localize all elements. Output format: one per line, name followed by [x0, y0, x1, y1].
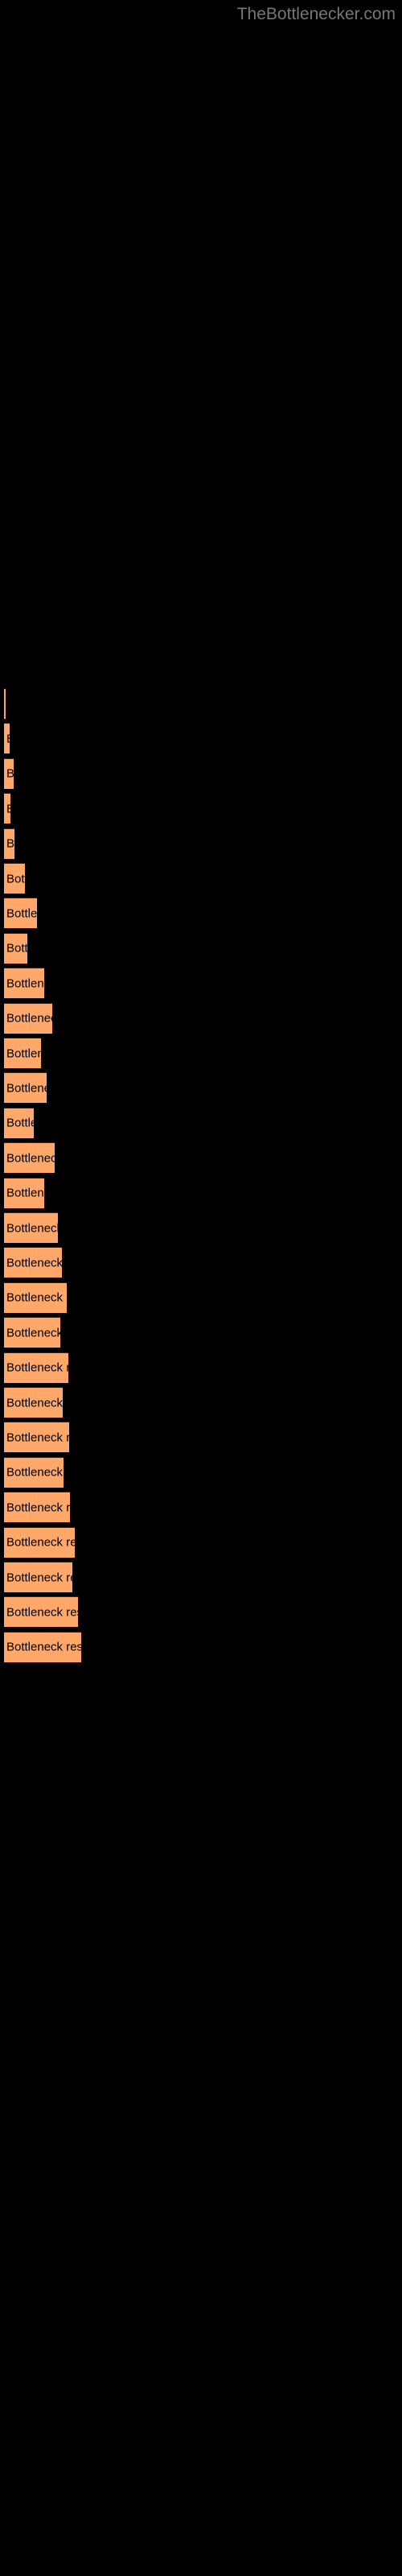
chart-bar-label: Bottleneck result: [6, 767, 14, 781]
chart-bar-label: Bottleneck result: [6, 802, 10, 815]
chart-bar: Bottleneck result: [4, 688, 6, 719]
chart-bar: Bottleneck result: [4, 1422, 69, 1453]
chart-bar-label: Bottleneck result: [6, 1256, 62, 1270]
chart-bar-label: Bottleneck result: [6, 1430, 69, 1445]
chart-bar: Bottleneck result: [4, 1142, 55, 1174]
chart-bar-label: Bottleneck result: [6, 1326, 60, 1340]
chart-bar: Bottleneck result: [4, 1387, 63, 1418]
chart-bar-label: Bottleneck result: [6, 1571, 72, 1584]
bar-chart-plot-area: Bottleneck result Bottleneck result Bottle…: [0, 0, 402, 2576]
chart-bar: Bottleneck result: [4, 758, 14, 789]
chart-bar: Bottleneck result: [4, 1631, 81, 1662]
chart-bar-label: Bottleneck result: [6, 1605, 78, 1620]
chart-bar: Bottleneck result: [4, 1282, 67, 1313]
chart-bar: Bottleneck result: [4, 828, 14, 859]
chart-bar-label: Bottleneck result: [6, 906, 37, 921]
chart-bar-label: Bottleneck result: [6, 1151, 55, 1166]
chart-bar-label: Bottleneck result: [6, 1465, 64, 1480]
chart-bar-label: Bottleneck result: [6, 941, 27, 956]
chart-bar: Bottleneck result: [4, 1352, 68, 1383]
chart-bar: Bottleneck result: [4, 1212, 58, 1243]
chart-bar: Bottleneck result: [4, 723, 10, 754]
chart-bar: Bottleneck result: [4, 863, 25, 894]
chart-bar: Bottleneck result: [4, 1492, 70, 1523]
chart-bar: Bottleneck result: [4, 1562, 72, 1592]
chart-bar-label: Bottleneck result: [6, 1116, 34, 1130]
chart-bar: Bottleneck result: [4, 1317, 60, 1348]
chart-bar: Bottleneck result: [4, 932, 27, 964]
chart-bar-label: Bottleneck result: [6, 1011, 52, 1026]
chart-bar: Bottleneck result: [4, 1247, 62, 1278]
chart-bar-label: Bottleneck result: [6, 732, 10, 745]
chart-bar-label: Bottleneck result: [6, 872, 25, 886]
chart-bar: Bottleneck result: [4, 968, 44, 999]
chart-bar: Bottleneck result: [4, 1177, 44, 1208]
chart-bar: Bottleneck result: [4, 1596, 78, 1628]
chart-bar: Bottleneck result: [4, 1072, 47, 1104]
chart-bar-label: Bottleneck result: [6, 1186, 44, 1200]
chart-bar: Bottleneck result: [4, 1002, 52, 1034]
chart-bar-label: Bottleneck result: [6, 1360, 68, 1375]
chart-bar: Bottleneck result: [4, 1456, 64, 1488]
chart-bar-label: Bottleneck result: [6, 1081, 47, 1096]
chart-bar-label: Bottleneck result: [6, 1640, 81, 1654]
chart-bar-label: Bottleneck result: [6, 1290, 67, 1305]
bottleneck-chart-page: TheBottlenecker.com Bottleneck resultBot…: [0, 0, 402, 2576]
chart-bar: Bottleneck result: [4, 793, 10, 824]
chart-bar-label: Bottleneck result: [6, 836, 14, 851]
chart-bar-label: Bottleneck result: [6, 1501, 70, 1515]
chart-bar-label: Bottleneck result: [6, 976, 44, 991]
chart-bar-label: Bottleneck result: [6, 1221, 58, 1235]
chart-bar: Bottleneck result: [4, 1038, 41, 1068]
chart-bar: Bottleneck result: [4, 1526, 75, 1558]
chart-bar-label: Bottleneck result: [6, 1535, 75, 1550]
chart-bar: Bottleneck result: [4, 898, 37, 929]
chart-bar-label: Bottleneck result: [6, 1046, 41, 1060]
chart-bar: Bottleneck result: [4, 1107, 34, 1138]
chart-bar-label: Bottleneck result: [6, 1396, 63, 1410]
